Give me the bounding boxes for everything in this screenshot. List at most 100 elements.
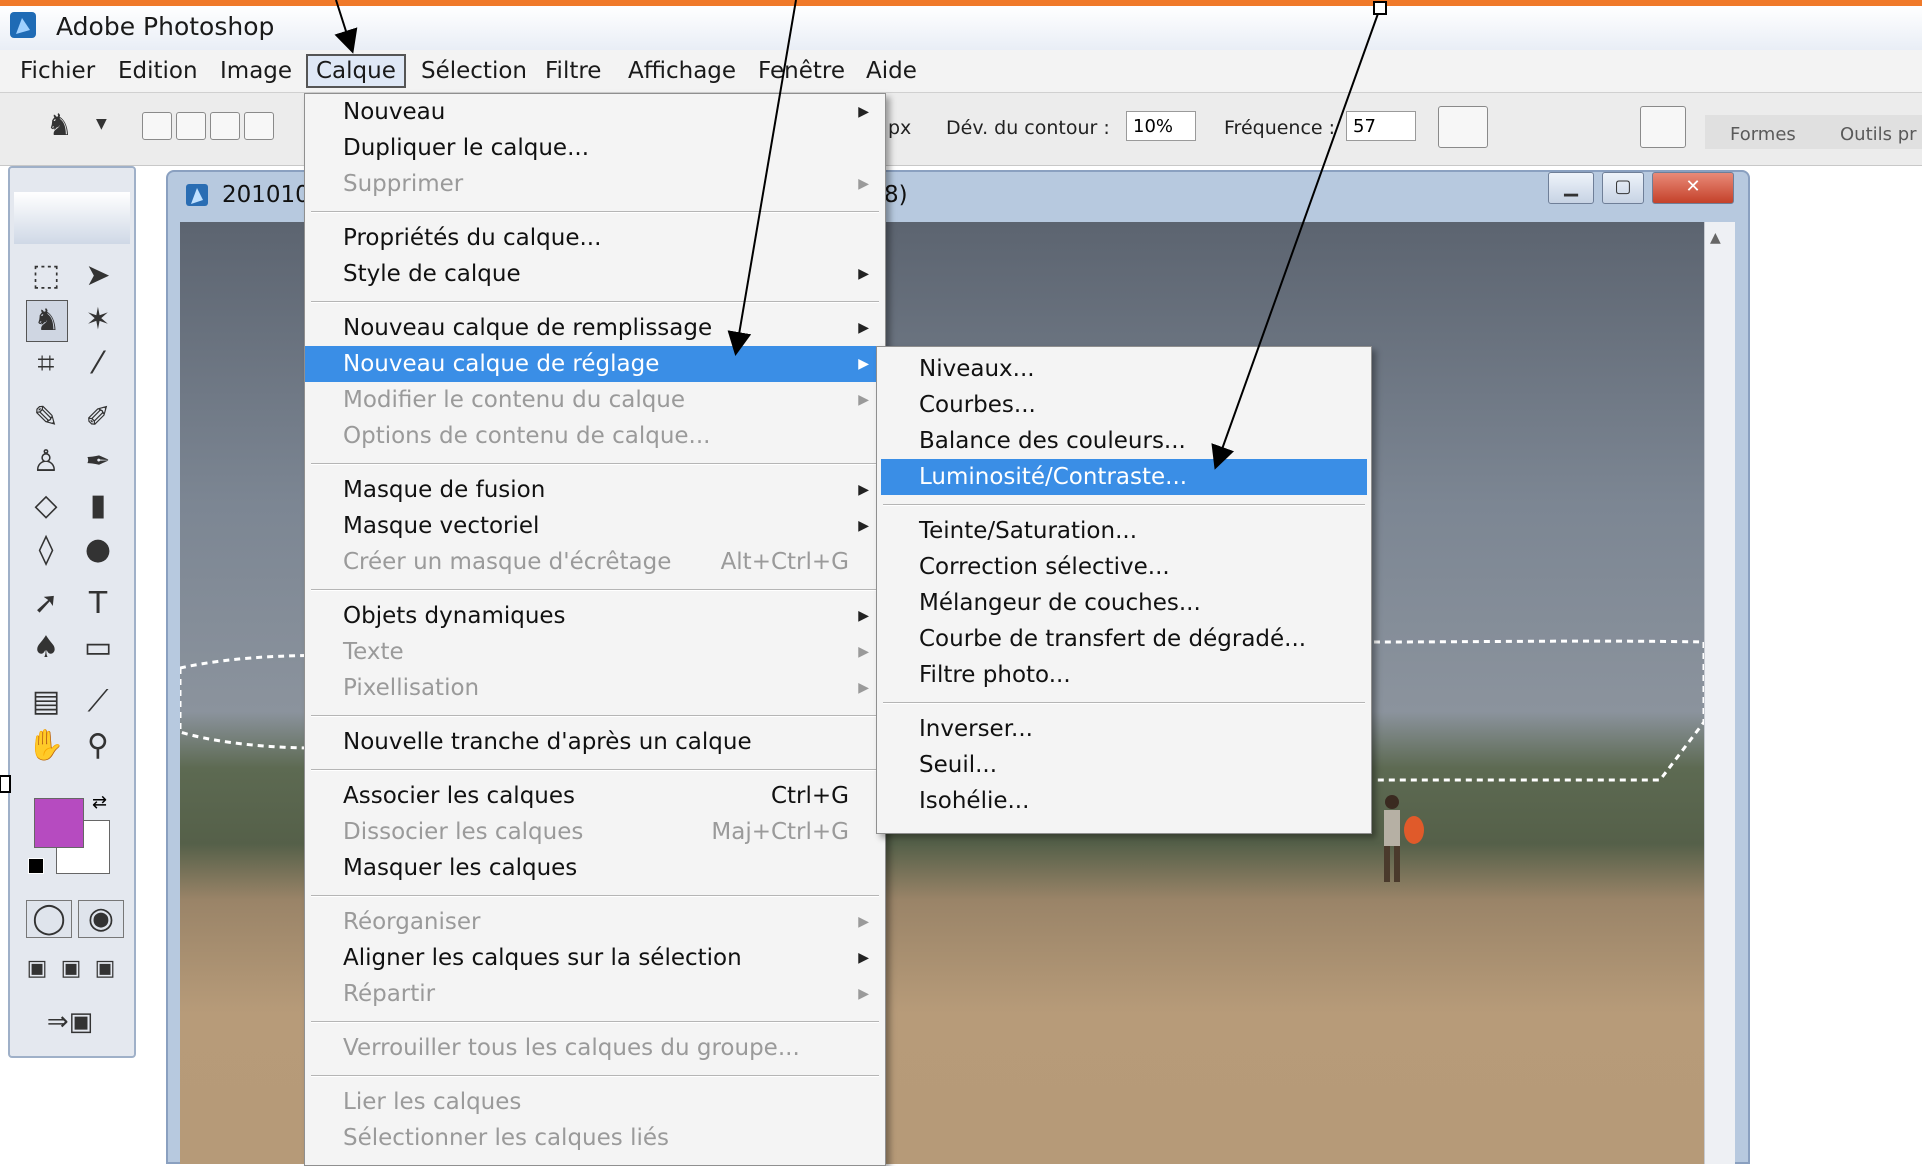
shape-tool-icon[interactable]: ▭ [78,628,118,668]
add-selection-icon[interactable] [176,112,206,140]
standard-mode-icon[interactable]: ◯ [26,900,72,938]
quick-mask-icon[interactable]: ◉ [78,900,124,938]
submenu-item-luminosite-contraste[interactable]: Luminosité/Contraste... [881,459,1367,495]
menu-item-proprietes[interactable]: Propriétés du calque... [305,220,885,256]
submenu-arrow-icon: ▶ [858,392,869,408]
menu-item-reorganiser: Réorganiser ▶ [305,904,885,940]
menu-item-associer[interactable]: Associer les calques Ctrl+G [305,778,885,814]
menu-affichage[interactable]: Affichage [620,56,744,86]
chevron-down-icon[interactable]: ▼ [96,116,107,132]
new-selection-icon[interactable] [142,112,172,140]
menu-item-modifier-contenu: Modifier le contenu du calque ▶ [305,382,885,418]
magic-wand-icon[interactable]: ✶ [78,300,118,340]
foreground-color-swatch[interactable] [34,798,84,848]
default-colors-icon[interactable] [28,858,44,874]
move-tool-icon[interactable]: ➤ [78,256,118,296]
menu-item-nouvelle-tranche[interactable]: Nouvelle tranche d'après un calque [305,724,885,760]
text-tool-icon[interactable]: T [78,584,118,624]
feather-logo-icon [14,192,130,244]
maximize-button[interactable]: ▢ [1602,172,1644,204]
submenu-arrow-icon: ▶ [858,608,869,624]
lasso-tool-icon[interactable]: ♞ [26,300,68,342]
menu-item-remplissage[interactable]: Nouveau calque de remplissage ▶ [305,310,885,346]
menu-item-lier: Lier les calques [343,1089,522,1115]
intersect-selection-icon[interactable] [244,112,274,140]
jump-to-imageready-icon[interactable]: ⇒▣ [28,1004,112,1040]
submenu-item-melangeur-couches[interactable]: Mélangeur de couches... [881,585,1367,621]
lasso-tool-preset-icon[interactable]: ♞ [46,108,73,143]
submenu-item-filtre-photo[interactable]: Filtre photo... [881,657,1367,693]
close-button[interactable]: ✕ [1652,172,1734,204]
menu-calque[interactable]: Calque [306,54,406,88]
gradient-tool-icon[interactable]: ▮ [78,486,118,526]
menu-item-pixellisation: Pixellisation ▶ [305,670,885,706]
submenu-item-courbe-transfert[interactable]: Courbe de transfert de dégradé... [881,621,1367,657]
pen-tool-icon[interactable]: ♠ [26,628,66,668]
menu-item-objets-dynamiques[interactable]: Objets dynamiques ▶ [305,598,885,634]
edge-contrast-input[interactable]: 10% [1126,111,1196,141]
zoom-tool-icon[interactable]: ⚲ [78,726,118,766]
history-brush-icon[interactable]: ✒ [78,442,118,482]
tab-formes[interactable]: Formes [1730,124,1796,145]
submenu-item-niveaux[interactable]: Niveaux... [881,351,1367,387]
menu-edition[interactable]: Edition [110,56,206,86]
swap-colors-icon[interactable]: ⇄ [92,792,107,813]
submenu-item-isohelie[interactable]: Isohélie... [881,783,1367,819]
menu-separator [311,895,879,897]
submenu-item-teinte-saturation[interactable]: Teinte/Saturation... [881,513,1367,549]
document-icon [186,184,208,206]
menu-item-nouveau[interactable]: Nouveau ▶ [305,94,885,130]
hand-tool-icon[interactable]: ✋ [26,726,66,766]
eyedropper-icon[interactable]: ⟋ [78,682,118,722]
menu-separator [311,589,879,591]
frequency-label: Fréquence : [1224,117,1336,139]
scroll-up-icon[interactable]: ▲ [1710,230,1721,246]
submenu-item-seuil[interactable]: Seuil... [881,747,1367,783]
menu-item-style[interactable]: Style de calque ▶ [305,256,885,292]
menu-filtre[interactable]: Filtre [537,56,609,86]
screen-mode-standard-icon[interactable]: ▣ [22,954,52,984]
slice-tool-icon[interactable]: ⁄ [78,344,118,384]
submenu-arrow-icon: ▶ [858,914,869,930]
marquee-tool-icon[interactable]: ⬚ [26,256,66,296]
brush-tool-icon[interactable]: ✐ [78,398,118,438]
menu-item-aligner[interactable]: Aligner les calques sur la sélection ▶ [305,940,885,976]
subtract-selection-icon[interactable] [210,112,240,140]
menu-item-dupliquer[interactable]: Dupliquer le calque... [305,130,885,166]
clone-stamp-icon[interactable]: ♙ [26,442,66,482]
menu-fenetre[interactable]: Fenêtre [750,56,853,86]
palette-well-icon[interactable] [1640,106,1686,148]
submenu-arrow-icon: ▶ [858,950,869,966]
healing-brush-icon[interactable]: ✎ [26,398,66,438]
submenu-arrow-icon: ▶ [858,644,869,660]
frequency-input[interactable]: 57 [1346,111,1416,141]
width-unit-fragment: px [888,117,912,139]
submenu-item-correction-selective[interactable]: Correction sélective... [881,549,1367,585]
notes-tool-icon[interactable]: ▤ [26,682,66,722]
vertical-scrollbar[interactable] [1704,222,1735,1164]
menu-separator [311,301,879,303]
menu-item-masquer[interactable]: Masquer les calques [305,850,885,886]
blur-tool-icon[interactable]: ◊ [26,530,66,570]
dodge-tool-icon[interactable]: ● [78,530,118,570]
screen-mode-full-icon[interactable]: ▣ [90,954,120,984]
screen-mode-full-menu-icon[interactable]: ▣ [56,954,86,984]
eraser-tool-icon[interactable]: ◇ [26,486,66,526]
submenu-item-courbes[interactable]: Courbes... [881,387,1367,423]
menu-item-masque-fusion[interactable]: Masque de fusion ▶ [305,472,885,508]
stylus-pressure-icon[interactable] [1438,106,1488,148]
submenu-item-inverser[interactable]: Inverser... [881,711,1367,747]
menu-separator [883,702,1365,704]
menu-selection[interactable]: Sélection [413,56,535,86]
path-selection-icon[interactable]: ➚ [26,584,66,624]
menu-item-masque-vectoriel[interactable]: Masque vectoriel ▶ [305,508,885,544]
tab-outils-predefinis[interactable]: Outils pr [1840,124,1917,145]
submenu-item-balance-couleurs[interactable]: Balance des couleurs... [881,423,1367,459]
menu-aide[interactable]: Aide [858,56,925,86]
menu-item-reglage[interactable]: Nouveau calque de réglage ▶ [305,346,885,382]
menu-image[interactable]: Image [212,56,300,86]
minimize-button[interactable]: ▁ [1548,172,1594,204]
menu-fichier[interactable]: Fichier [12,56,103,86]
submenu-arrow-icon: ▶ [858,986,869,1002]
crop-tool-icon[interactable]: ⌗ [26,344,66,384]
